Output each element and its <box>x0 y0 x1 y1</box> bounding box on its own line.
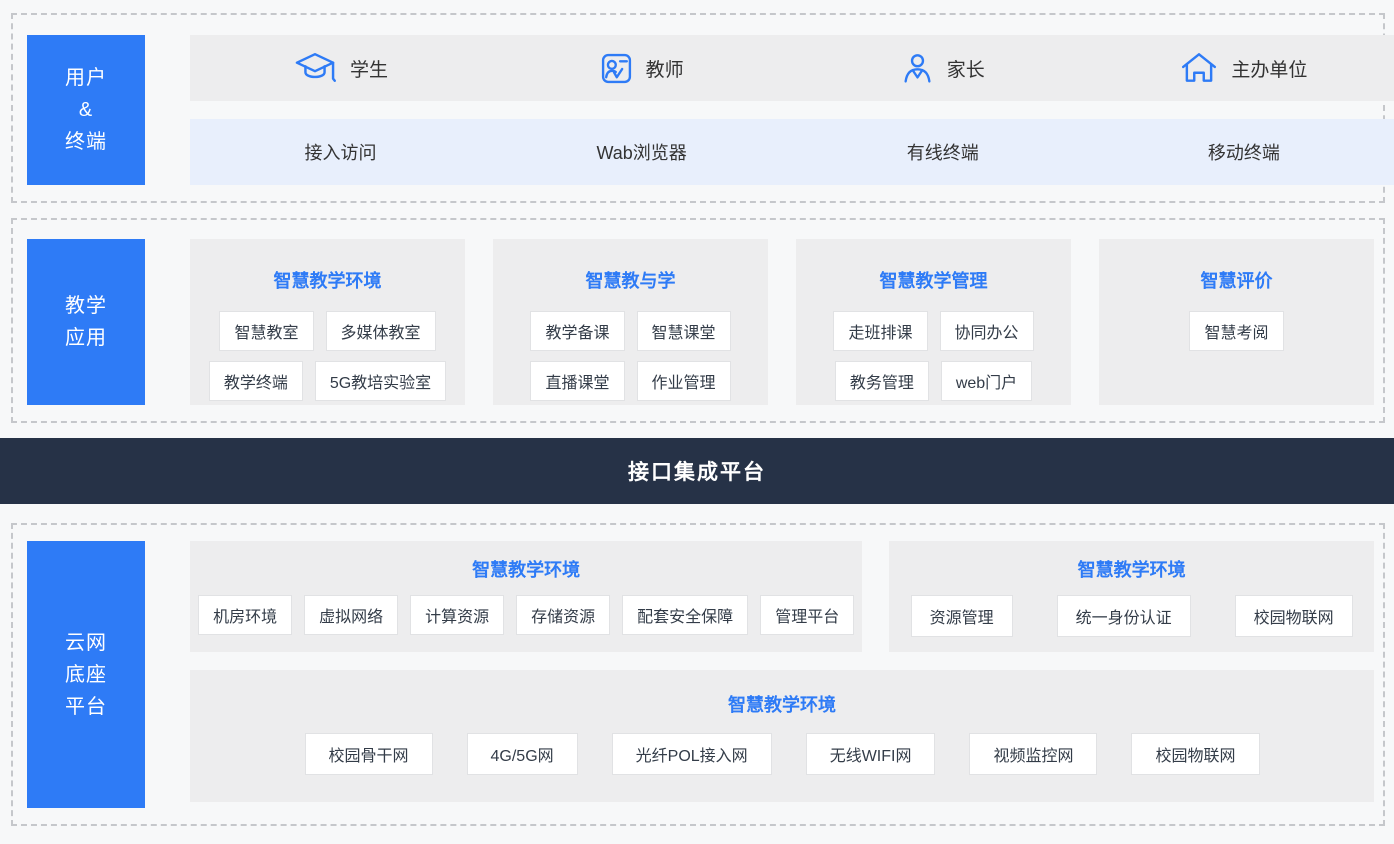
cloud-platform-section: 云网 底座 平台 智慧教学环境 机房环境虚拟网络计算资源存储资源配套安全保障管理… <box>11 523 1385 826</box>
chip: 走班排课 <box>833 311 927 351</box>
actor-parent: 家长 <box>792 35 1093 101</box>
access-item: 接入访问 <box>190 119 491 185</box>
chip: 教学终端 <box>209 361 303 401</box>
actors-grid: 学生 教师 <box>190 35 1394 101</box>
actor-student: 学生 <box>190 35 491 101</box>
group-campus-networks: 智慧教学环境 校园骨干网 4G/5G网光纤POL接入网无线WIFI网视频监控网校园… <box>190 670 1374 802</box>
group-title: 智慧教与学 <box>493 267 768 293</box>
group-cloud-infra: 智慧教学环境 机房环境虚拟网络计算资源存储资源配套安全保障管理平台 <box>190 541 862 652</box>
chip: 光纤POL接入网 <box>612 733 772 775</box>
chip-row: 教学备课智慧课堂 <box>493 311 768 351</box>
graduation-cap-icon <box>293 51 337 85</box>
chip: 5G教培实验室 <box>315 361 446 401</box>
group-title: 智慧教学环境 <box>889 556 1374 582</box>
group-cloud-services: 智慧教学环境 资源管理 统一身份认证 校园物联网 <box>889 541 1374 652</box>
access-grid: 接入访问Wab浏览器有线终端移动终端 <box>190 119 1394 185</box>
chip: 教学备课 <box>530 311 624 351</box>
chip: 视频监控网 <box>969 733 1097 775</box>
chip: 协同办公 <box>940 311 1034 351</box>
chip-row: 资源管理 统一身份认证 校园物联网 <box>889 595 1374 637</box>
cloud-row-1: 智慧教学环境 机房环境虚拟网络计算资源存储资源配套安全保障管理平台 智慧教学环境… <box>190 541 1374 652</box>
access-item: 移动终端 <box>1093 119 1394 185</box>
chip: 智慧课堂 <box>637 311 731 351</box>
chip: 智慧教室 <box>219 311 313 351</box>
group-title: 智慧评价 <box>1099 267 1374 293</box>
id-badge-icon <box>600 52 633 85</box>
users-terminals-section: 用户 & 终端 学生 <box>11 13 1385 203</box>
chip: 4G/5G网 <box>467 733 578 775</box>
actor-teacher: 教师 <box>491 35 792 101</box>
group-title: 智慧教学环境 <box>190 691 1374 717</box>
section-label-cloud: 云网 底座 平台 <box>27 541 145 808</box>
cloud-row-2: 智慧教学环境 校园骨干网 4G/5G网光纤POL接入网无线WIFI网视频监控网校园… <box>190 670 1374 802</box>
access-item: Wab浏览器 <box>491 119 792 185</box>
actors-row: 学生 教师 <box>190 35 1394 101</box>
integration-band-title: 接口集成平台 <box>628 456 766 486</box>
group-smart-evaluation: 智慧评价 智慧考阅 <box>1099 239 1374 405</box>
chip: 存储资源 <box>516 595 610 635</box>
person-icon <box>901 52 934 85</box>
group-title: 智慧教学环境 <box>190 267 465 293</box>
chip-row: 教学终端 5G教培实验室 <box>190 361 465 401</box>
chip: 智慧考阅 <box>1189 311 1283 351</box>
chip-row: 机房环境虚拟网络计算资源存储资源配套安全保障管理平台 <box>190 595 862 635</box>
architecture-diagram: 用户 & 终端 学生 <box>0 0 1394 844</box>
actor-label: 学生 <box>350 55 388 82</box>
chip: 多媒体教室 <box>326 311 436 351</box>
access-item: 有线终端 <box>792 119 1093 185</box>
integration-band: 接口集成平台 <box>0 438 1394 504</box>
teaching-apps-section: 教学 应用 智慧教学环境 智慧教室多媒体教室 教学终端 5G教培实验室 智慧教与学… <box>11 218 1385 423</box>
group-title: 智慧教学环境 <box>190 556 862 582</box>
chip: 校园物联网 <box>1131 733 1259 775</box>
section-label-apps: 教学 应用 <box>27 239 145 405</box>
access-row: 接入访问Wab浏览器有线终端移动终端 ··· <box>190 119 1394 185</box>
house-icon <box>1180 51 1218 85</box>
section-label-users: 用户 & 终端 <box>27 35 145 185</box>
chip: 计算资源 <box>410 595 504 635</box>
chip-row: 校园骨干网 4G/5G网光纤POL接入网无线WIFI网视频监控网校园物联网 <box>190 733 1374 775</box>
actor-label: 家长 <box>947 55 985 82</box>
chip: 作业管理 <box>637 361 731 401</box>
chip-row: 智慧考阅 <box>1099 311 1374 351</box>
chip-row: 走班排课协同办公 <box>796 311 1071 351</box>
chip-row: 直播课堂作业管理 <box>493 361 768 401</box>
chip: 机房环境 <box>198 595 292 635</box>
chip: 虚拟网络 <box>304 595 398 635</box>
actor-label: 主办单位 <box>1231 55 1307 82</box>
actor-label: 教师 <box>646 55 684 82</box>
group-smart-teach-learn: 智慧教与学 教学备课智慧课堂 直播课堂作业管理 <box>493 239 768 405</box>
actor-organizer: 主办单位 <box>1093 35 1394 101</box>
apps-groups: 智慧教学环境 智慧教室多媒体教室 教学终端5G教培实验室 智慧教与学 教学备课智… <box>190 239 1374 405</box>
chip: 管理平台 <box>760 595 854 635</box>
chip: 配套安全保障 <box>622 595 748 635</box>
chip: 无线WIFI网 <box>806 733 936 775</box>
chip: 教务管理 <box>835 361 929 401</box>
chip: 校园物联网 <box>1235 595 1353 637</box>
group-smart-teaching-env: 智慧教学环境 智慧教室多媒体教室 教学终端 5G教培实验室 <box>190 239 465 405</box>
group-title: 智慧教学管理 <box>796 267 1071 293</box>
chip: 直播课堂 <box>530 361 624 401</box>
chip: 资源管理 <box>911 595 1013 637</box>
chip: 统一身份认证 <box>1057 595 1191 637</box>
chip-row: 教务管理 web门户 <box>796 361 1071 401</box>
group-smart-teaching-mgmt: 智慧教学管理 走班排课协同办公 教务管理 web门户 <box>796 239 1071 405</box>
chip-row: 智慧教室多媒体教室 <box>190 311 465 351</box>
chip: 校园骨干网 <box>305 733 433 775</box>
chip: web门户 <box>941 361 1032 401</box>
